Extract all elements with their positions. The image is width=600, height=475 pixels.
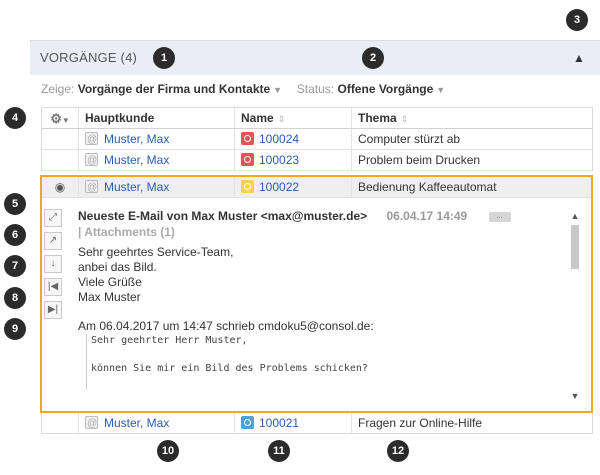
chevron-down-icon[interactable]: ▼ <box>273 85 282 95</box>
email-content: Neueste E-Mail von Max Muster <max@muste… <box>78 209 574 405</box>
first-icon[interactable]: |◀ <box>44 278 62 296</box>
filter-row: Zeige: Vorgänge der Firma und Kontakte ▼ … <box>41 82 445 96</box>
callout-marker-3: 3 <box>566 9 588 31</box>
callout-marker-9: 9 <box>4 318 26 340</box>
email-body-line: anbei das Bild. <box>78 260 157 274</box>
column-header-customer[interactable]: Hauptkunde <box>78 108 234 128</box>
topic-cell: Problem beim Drucken <box>351 150 594 170</box>
arrow-down-icon[interactable]: ↓ <box>44 255 62 273</box>
preview-toolbar: ⤢ ↗ ↓ |◀ ▶| <box>44 209 64 324</box>
callout-marker-2: 2 <box>362 47 384 69</box>
show-filter-dropdown[interactable]: Vorgänge der Firma und Kontakte <box>78 82 270 96</box>
callout-marker-7: 7 <box>4 255 26 277</box>
callout-marker-10: 10 <box>157 440 179 462</box>
email-body-line: Max Muster <box>78 290 141 304</box>
ticket-status-icon <box>241 132 254 145</box>
column-header-topic[interactable]: Thema ⇕ <box>351 108 594 128</box>
chevron-down-icon[interactable]: ▼ <box>436 85 445 95</box>
ticket-link[interactable]: 100021 <box>259 416 299 430</box>
more-button[interactable]: ... <box>488 211 511 222</box>
ticket-link[interactable]: 100023 <box>259 153 299 167</box>
ticket-link[interactable]: 100024 <box>259 132 299 146</box>
open-external-icon[interactable]: ↗ <box>44 232 62 250</box>
topic-cell: Bedienung Kaffeeautomat <box>351 177 594 197</box>
ticket-status-icon <box>241 180 254 193</box>
ticket-status-icon <box>241 153 254 166</box>
topic-cell: Fragen zur Online-Hilfe <box>351 413 594 433</box>
sort-icon: ⇕ <box>277 114 286 124</box>
show-label: Zeige: <box>41 82 75 96</box>
customer-link[interactable]: Muster, Max <box>104 180 169 194</box>
last-icon[interactable]: ▶| <box>44 301 62 319</box>
ticket-status-icon <box>241 416 254 429</box>
settings-gear-icon[interactable]: ⚙▼ <box>42 108 78 128</box>
chevron-up-icon[interactable]: ▲ <box>572 51 586 65</box>
customer-link[interactable]: Muster, Max <box>104 153 169 167</box>
scroll-thumb[interactable] <box>571 225 579 269</box>
callout-marker-5: 5 <box>4 193 26 215</box>
sort-icon: ⇕ <box>400 114 409 124</box>
callout-marker-1: 1 <box>153 47 175 69</box>
ticket-table: ⚙▼ Hauptkunde Name⇕ Thema⇕ Muster, Max 1… <box>41 107 593 171</box>
quoted-text: Sehr geehrter Herr Muster, können Sie mi… <box>86 334 574 390</box>
selected-table-row[interactable]: ◉ Muster, Max 100022 Bedienung Kaffeeaut… <box>42 177 591 198</box>
panel-title: VORGÄNGE (4) <box>40 50 138 65</box>
callout-marker-11: 11 <box>268 440 290 462</box>
panel-header: VORGÄNGE (4) ▲ <box>30 40 600 75</box>
table-header: ⚙▼ Hauptkunde Name ⇕ Thema ⇕ <box>42 107 592 129</box>
callout-marker-12: 12 <box>387 440 409 462</box>
contact-icon <box>85 177 98 197</box>
email-date: 06.04.17 14:49 <box>386 209 468 223</box>
callout-marker-6: 6 <box>4 224 26 246</box>
table-row[interactable]: Muster, Max 100024 Computer stürzt ab <box>42 129 592 150</box>
email-scrollbar[interactable]: ▲ ▼ <box>569 211 581 401</box>
status-label: Status: <box>296 82 335 96</box>
email-heading: Neueste E-Mail von Max Muster <max@muste… <box>78 209 368 223</box>
contact-icon <box>85 150 98 170</box>
email-preview-panel: ◉ Muster, Max 100022 Bedienung Kaffeeaut… <box>40 175 593 413</box>
customer-link[interactable]: Muster, Max <box>104 132 169 146</box>
ticket-table-continued: Muster, Max 100021 Fragen zur Online-Hil… <box>41 413 593 434</box>
contact-icon <box>85 129 98 149</box>
email-body-line: Sehr geehrtes Service-Team, <box>78 245 234 259</box>
scroll-up-icon[interactable]: ▲ <box>569 211 581 221</box>
quote-intro: Am 06.04.2017 um 14:47 schrieb cmdoku5@c… <box>78 319 374 333</box>
scroll-down-icon[interactable]: ▼ <box>569 391 581 401</box>
expand-icon[interactable]: ⤢ <box>44 209 62 227</box>
callout-marker-4: 4 <box>4 107 26 129</box>
customer-link[interactable]: Muster, Max <box>104 416 169 430</box>
table-row[interactable]: Muster, Max 100021 Fragen zur Online-Hil… <box>42 413 592 434</box>
eye-icon[interactable]: ◉ <box>42 177 78 197</box>
column-header-name[interactable]: Name ⇕ <box>234 108 351 128</box>
email-body-line: Viele Grüße <box>78 275 142 289</box>
table-row[interactable]: Muster, Max 100023 Problem beim Drucken <box>42 150 592 171</box>
status-filter-dropdown[interactable]: Offene Vorgänge <box>337 82 433 96</box>
topic-cell: Computer stürzt ab <box>351 129 594 149</box>
attachments-link[interactable]: | Attachments (1) <box>78 225 574 239</box>
ticket-link[interactable]: 100022 <box>259 180 299 194</box>
contact-icon <box>85 413 98 433</box>
callout-marker-8: 8 <box>4 287 26 309</box>
